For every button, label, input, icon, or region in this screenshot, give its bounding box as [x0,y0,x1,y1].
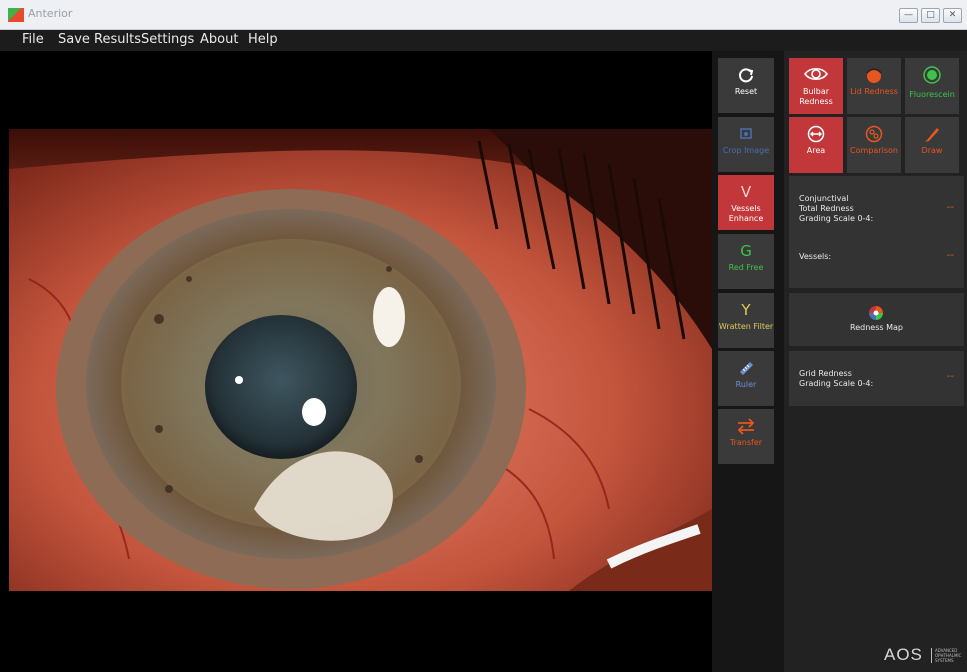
redness-map-button[interactable]: Redness Map [789,293,964,346]
menu-settings[interactable]: Settings [141,32,194,47]
app-logo-icon [8,8,24,22]
red-free-label: Red Free [728,263,764,272]
crop-icon [718,125,774,143]
menu-save-results[interactable]: Save Results [58,32,141,47]
ruler-button[interactable]: Ruler [718,351,774,406]
vessels-enhance-label: Vessels Enhance [728,204,764,223]
redness-map-label: Redness Map [850,323,903,332]
conjunctival-redness-label: Conjunctival Total Redness Grading Scale… [799,194,874,223]
comparison-label: Comparison [850,146,898,155]
menu-file[interactable]: File [22,32,44,47]
reset-icon [718,66,774,84]
red-free-button[interactable]: G Red Free [718,234,774,289]
close-button[interactable]: ✕ [943,8,962,23]
bulbar-redness-button[interactable]: Bulbar Redness [789,58,843,114]
eye-icon [789,66,843,84]
conjunctival-redness-value: -- [946,202,954,213]
area-label: Area [806,146,826,155]
draw-button[interactable]: Draw [905,117,959,173]
crop-image-button[interactable]: Crop Image [718,117,774,172]
window-title: Anterior [28,7,73,20]
redness-results-box: Conjunctival Total Redness Grading Scale… [789,176,964,288]
grid-redness-box: Grid Redness Grading Scale 0-4: -- [789,351,964,406]
comparison-icon [847,125,901,143]
lid-icon [847,66,901,84]
image-viewer[interactable] [9,51,712,672]
wratten-filter-label: Wratten Filter [718,322,774,331]
transfer-icon [718,417,774,435]
grid-redness-label: Grid Redness Grading Scale 0-4: [799,369,874,388]
pencil-icon [905,125,959,143]
bulbar-redness-label: Bulbar Redness [799,87,833,106]
logo-subtext: ADVANCED OPHTHALMIC SYSTEMS [931,648,963,663]
comparison-button[interactable]: Comparison [847,117,901,173]
vessels-enhance-button[interactable]: V Vessels Enhance [718,175,774,230]
transfer-label: Transfer [729,438,763,447]
vessels-value: -- [946,250,954,261]
redness-map-icon [869,305,883,324]
lid-redness-button[interactable]: Lid Redness [847,58,901,114]
crop-image-label: Crop Image [722,146,770,155]
minimize-button[interactable]: — [899,8,918,23]
wratten-filter-button[interactable]: Y Wratten Filter [718,293,774,348]
vessels-glyph-icon: V [740,183,752,201]
area-button[interactable]: Area [789,117,843,173]
menu-help[interactable]: Help [248,32,278,47]
aos-logo: AOS ADVANCED OPHTHALMIC SYSTEMS [884,645,963,665]
fluorescein-icon [905,66,959,84]
reset-button[interactable]: Reset [718,58,774,113]
transfer-button[interactable]: Transfer [718,409,774,464]
eye-image [9,129,712,591]
lid-redness-label: Lid Redness [850,87,898,96]
title-bar: Anterior — □ ✕ [0,0,967,30]
fluorescein-button[interactable]: Fluorescein [905,58,959,114]
draw-label: Draw [921,146,943,155]
menu-bar: File Save Results Settings About Help [0,30,967,51]
ruler-icon [718,359,774,377]
reset-label: Reset [734,87,758,96]
analysis-panel: Bulbar Redness Lid Redness Fluorescein A… [784,51,967,672]
logo-text: AOS [884,645,923,664]
wratten-glyph-icon: Y [741,301,751,319]
menu-about[interactable]: About [200,32,238,47]
area-icon [789,125,843,143]
fluorescein-label: Fluorescein [909,90,955,99]
ruler-label: Ruler [735,380,757,389]
red-free-glyph-icon: G [740,242,752,260]
grid-redness-value: -- [946,371,954,382]
maximize-button[interactable]: □ [921,8,940,23]
tool-column: Reset Crop Image V Vessels Enhance G Red… [712,51,784,672]
vessels-label: Vessels: [799,252,832,261]
